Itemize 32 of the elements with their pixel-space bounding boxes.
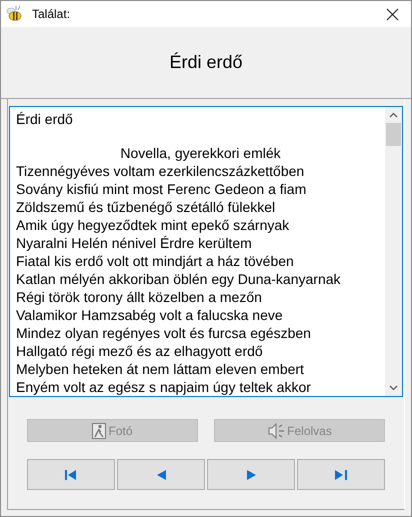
close-icon	[386, 8, 398, 20]
text-line: Tizennégyéves voltam ezerkilencszázkettőben	[16, 163, 304, 179]
walking-figure-icon	[92, 422, 106, 438]
first-icon	[65, 470, 77, 480]
header-title: Érdi erdő	[169, 51, 243, 74]
scroll-thumb[interactable]	[386, 123, 401, 146]
scroll-down-icon	[389, 385, 398, 391]
text-box[interactable]	[9, 106, 403, 397]
text-line: Fiatal kis erdő volt ott mindjárt a ház tövében	[16, 253, 294, 269]
next-icon	[246, 470, 256, 480]
text-line: Novella, gyerekkori emlék	[120, 145, 281, 161]
scroll-up-icon	[389, 112, 398, 118]
text-line: Régi török torony állt közelben a mezőn	[16, 289, 262, 305]
text-line: Sovány kisfiú mint most Ferenc Gedeon a fiam	[16, 181, 306, 197]
text-line: Érdi erdő	[16, 111, 73, 127]
first-button[interactable]	[27, 459, 115, 490]
last-icon	[335, 470, 347, 480]
speaker-icon	[267, 422, 286, 438]
text-line: Hallgató régi mező és az elhagyott erdő	[16, 343, 263, 359]
scrollbar[interactable]	[385, 107, 402, 396]
text-line: Amik úgy hegyeződtek mint epekő szárnyak	[16, 217, 290, 233]
last-button[interactable]	[297, 459, 385, 490]
previous-icon	[156, 470, 166, 480]
bee-icon	[5, 5, 23, 23]
text-line: Katlan mélyén akkoriban öblén egy Duna-kanyarnak	[16, 271, 341, 287]
text-line: Mindez olyan regényes volt és furcsa egészben	[16, 325, 311, 341]
text-line: Melyben heteken át nem láttam eleven embert	[16, 361, 304, 377]
text-line: Valamikor Hamzsabég volt a falucska neve	[16, 307, 283, 323]
text-line: Nyaralni Helén nénivel Érdre kerültem	[16, 235, 252, 251]
text-line: Enyém volt az egész s napjaim úgy teltek akkor	[16, 379, 311, 395]
window-title: Találat:	[32, 6, 70, 23]
text-line: Zöldszemű és tűzbenégő szétálló fülekkel	[16, 199, 276, 215]
